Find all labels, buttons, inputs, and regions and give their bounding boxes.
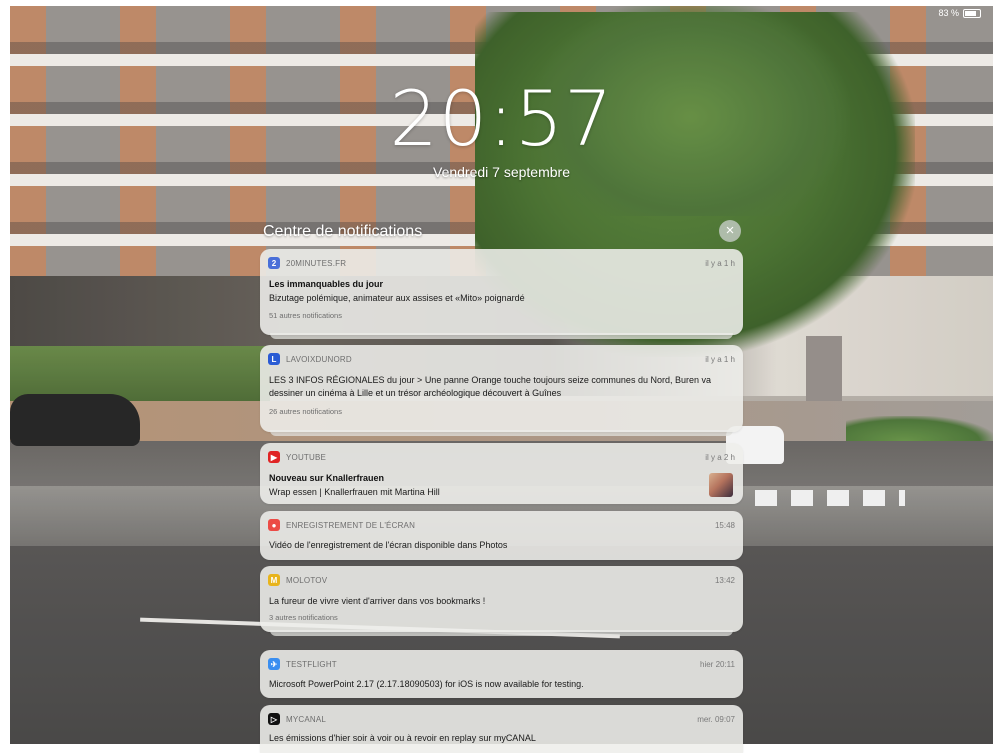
notification-time: il y a 2 h [705,452,735,462]
notification-body: Microsoft PowerPoint 2.17 (2.17.18090503… [269,679,584,689]
notification-body: Wrap essen | Knallerfrauen mit Martina H… [269,487,440,497]
notification-card[interactable]: ● ENREGISTREMENT DE L'ÉCRAN 15:48 Vidéo … [260,511,743,560]
notification-card[interactable]: ✈ TESTFLIGHT hier 20:11 Microsoft PowerP… [260,650,743,698]
notification-title: Nouveau sur Knallerfrauen [269,473,385,483]
notification-card[interactable]: 2 20MINUTES.FR il y a 1 h Les immanquabl… [260,249,743,335]
notification-body: La fureur de vivre vient d'arriver dans … [269,596,486,606]
notification-time: il y a 1 h [705,354,735,364]
battery-icon [963,8,981,18]
testflight-icon: ✈ [268,658,280,670]
notification-body: Les émissions d'hier soir à voir ou à re… [269,733,536,743]
notification-app-name: ENREGISTREMENT DE L'ÉCRAN [286,520,416,530]
lock-screen-date: Vendredi 7 septembre [433,164,570,180]
youtube-icon: ▶ [268,451,280,463]
notification-app-name: YOUTUBE [286,452,327,462]
notification-more-count: 3 autres notifications [269,613,338,622]
notification-app-name: TESTFLIGHT [286,659,337,669]
notification-time: hier 20:11 [700,659,735,669]
screen-recording-icon: ● [268,519,280,531]
la-voix-du-nord-icon: L [268,353,280,365]
notification-app-name: MYCANAL [286,714,327,724]
notification-time: mer. 09:07 [697,714,735,724]
notification-more-count: 51 autres notifications [269,311,342,320]
notification-card[interactable]: ▶ YOUTUBE il y a 2 h Nouveau sur Knaller… [260,443,743,504]
notification-body: Bizutage polémique, animateur aux assise… [269,293,525,303]
notification-time: il y a 1 h [705,258,735,268]
status-bar: 83 % [938,8,981,18]
mycanal-icon: ▷ [268,713,280,725]
lock-screen-time: 20:57 [389,74,614,163]
notification-body: Vidéo de l'enregistrement de l'écran dis… [269,540,508,550]
notification-app-name: 20MINUTES.FR [286,258,347,268]
molotov-icon: M [268,574,280,586]
notification-time: 13:42 [714,575,735,585]
video-thumbnail [709,473,733,497]
notification-title: Les immanquables du jour [269,279,384,289]
battery-percentage: 83 % [938,8,959,18]
notification-time: 15:48 [714,520,735,530]
notification-more-count: 26 autres notifications [269,407,342,416]
notification-center-title: Centre de notifications [263,223,423,240]
twenty-minutes-icon: 2 [268,257,280,269]
notification-app-name: LAVOIXDUNORD [286,354,352,364]
notification-app-name: MOLOTOV [286,575,328,585]
notification-card[interactable]: M MOLOTOV 13:42 La fureur de vivre vient… [260,566,743,632]
close-icon[interactable]: × [719,220,741,242]
notification-card[interactable]: L LAVOIXDUNORD il y a 1 h LES 3 INFOS RÉ… [260,345,743,432]
notification-card[interactable]: ▷ MYCANAL mer. 09:07 Les émissions d'hie… [260,705,743,753]
notification-body: LES 3 INFOS RÉGIONALES du jour > Une pan… [269,375,711,398]
